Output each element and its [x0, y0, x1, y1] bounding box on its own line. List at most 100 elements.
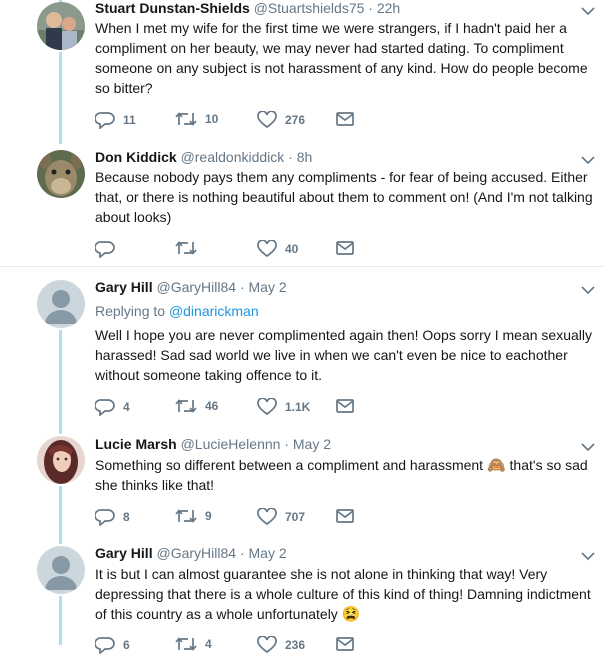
reply-count: 11 — [123, 113, 136, 127]
timestamp[interactable]: May 2 — [249, 545, 287, 561]
avatar[interactable] — [37, 150, 85, 198]
retweet-count: 46 — [205, 399, 219, 413]
direct-message-button[interactable] — [336, 111, 354, 127]
separator: · — [368, 0, 373, 16]
retweet-icon — [175, 637, 197, 651]
reply-count: 4 — [123, 400, 130, 414]
avatar[interactable] — [37, 280, 85, 328]
display-name[interactable]: Lucie Marsh — [95, 436, 177, 452]
direct-message-button[interactable] — [336, 398, 354, 414]
like-button[interactable]: 1.1K — [257, 398, 310, 416]
reply-icon — [95, 399, 115, 416]
replying-to-label: Replying to — [95, 303, 166, 319]
like-count: 40 — [285, 242, 299, 256]
separator: · — [239, 545, 245, 561]
retweet-button[interactable]: 4 — [175, 636, 212, 652]
like-button[interactable]: 707 — [257, 508, 305, 526]
separator: · — [284, 436, 289, 452]
retweet-icon — [175, 509, 197, 523]
direct-message-button[interactable] — [336, 240, 354, 256]
heart-icon — [257, 240, 277, 258]
retweet-icon — [175, 112, 197, 126]
thread-line — [59, 52, 62, 144]
direct-message-button[interactable] — [336, 508, 354, 524]
tweet-text: It is but I can almost guarantee she is … — [95, 564, 595, 624]
like-count: 707 — [285, 510, 306, 524]
reply-button[interactable]: 11 — [95, 111, 136, 129]
heart-icon — [257, 508, 277, 526]
thread-line — [59, 330, 62, 434]
reply-button[interactable]: 4 — [95, 398, 130, 416]
display-name[interactable]: Stuart Dunstan-Shields — [95, 0, 250, 16]
tweet-text: Something so different between a complim… — [95, 455, 595, 495]
retweet-icon — [175, 399, 197, 413]
tweet-header: Stuart Dunstan-Shields @Stuartshields75 … — [95, 0, 575, 16]
user-handle[interactable]: @Stuartshields75 — [254, 0, 365, 16]
reply-button[interactable] — [95, 240, 123, 258]
like-count: 276 — [285, 113, 306, 127]
retweet-button[interactable]: 10 — [175, 111, 218, 127]
retweet-icon — [175, 241, 197, 255]
timestamp[interactable]: May 2 — [293, 436, 331, 452]
envelope-icon — [336, 112, 354, 126]
chevron-down-icon[interactable] — [581, 440, 595, 454]
timestamp[interactable]: May 2 — [249, 279, 287, 295]
thread-line — [59, 596, 62, 645]
envelope-icon — [336, 637, 354, 651]
timestamp[interactable]: 8h — [297, 149, 313, 165]
see-no-evil-monkey-emoji: 🙈 — [486, 457, 506, 474]
like-button[interactable]: 236 — [257, 636, 305, 654]
separator: · — [239, 279, 245, 295]
thread-line — [59, 0, 62, 2]
timestamp[interactable]: 22h — [377, 0, 400, 16]
heart-icon — [257, 398, 277, 416]
avatar[interactable] — [37, 546, 85, 594]
like-button[interactable]: 276 — [257, 111, 305, 129]
retweet-count: 9 — [205, 509, 212, 523]
user-handle[interactable]: @LucieHelennn — [181, 436, 281, 452]
chevron-down-icon[interactable] — [581, 549, 595, 563]
retweet-button[interactable]: 9 — [175, 508, 212, 524]
thread-line — [59, 486, 62, 544]
retweet-button[interactable] — [175, 240, 205, 256]
envelope-icon — [336, 509, 354, 523]
envelope-icon — [336, 241, 354, 255]
retweet-count: 10 — [205, 112, 219, 126]
tweet-text: Because nobody pays them any compliments… — [95, 169, 593, 225]
tweet-text-part: Something so different between a complim… — [95, 457, 484, 473]
reply-icon — [95, 637, 115, 654]
tweet-header: Lucie Marsh @LucieHelennn · May 2 — [95, 436, 575, 452]
display-name[interactable]: Gary Hill — [95, 545, 153, 561]
direct-message-button[interactable] — [336, 636, 354, 652]
reply-count: 6 — [123, 638, 130, 652]
avatar[interactable] — [37, 436, 85, 484]
display-name[interactable]: Don Kiddick — [95, 149, 177, 165]
tweet-header: Gary Hill @GaryHill84 · May 2 — [95, 279, 575, 295]
user-handle[interactable]: @GaryHill84 — [156, 279, 236, 295]
reply-button[interactable]: 6 — [95, 636, 130, 654]
avatar[interactable] — [37, 2, 85, 50]
mention-link[interactable]: @dinarickman — [169, 303, 259, 319]
separator: · — [288, 149, 293, 165]
envelope-icon — [336, 399, 354, 413]
chevron-down-icon[interactable] — [581, 283, 595, 297]
reply-icon — [95, 241, 115, 258]
tired-face-emoji: 😫 — [341, 606, 361, 623]
conversation-divider — [0, 266, 605, 267]
reply-count: 8 — [123, 510, 130, 524]
display-name[interactable]: Gary Hill — [95, 279, 153, 295]
tweet-text: When I met my wife for the first time we… — [95, 20, 588, 96]
user-handle[interactable]: @realdonkiddick — [181, 149, 285, 165]
chevron-down-icon[interactable] — [581, 153, 595, 167]
like-count: 1.1K — [285, 400, 311, 414]
user-handle[interactable]: @GaryHill84 — [156, 545, 236, 561]
replying-to: Replying to @dinarickman — [95, 303, 259, 319]
reply-button[interactable]: 8 — [95, 508, 130, 526]
retweet-button[interactable]: 46 — [175, 398, 218, 414]
tweet-header: Gary Hill @GaryHill84 · May 2 — [95, 545, 575, 561]
chevron-down-icon[interactable] — [581, 4, 595, 18]
tweet-header: Don Kiddick @realdonkiddick · 8h — [95, 149, 575, 165]
retweet-count: 4 — [205, 637, 212, 651]
reply-icon — [95, 112, 115, 129]
like-button[interactable]: 40 — [257, 240, 298, 258]
